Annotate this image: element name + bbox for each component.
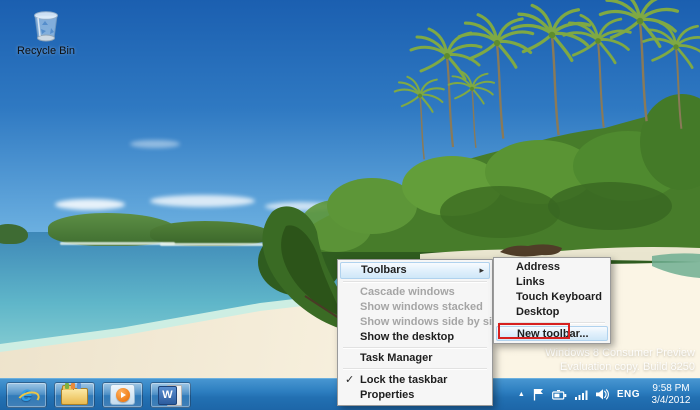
red-annotation-box [498,323,570,339]
desktop[interactable]: Recycle Bin Windows 8 Consumer Preview E… [0,0,700,410]
word-letter: W [158,385,177,405]
wallpaper-sky [0,0,700,240]
word-button[interactable]: W [150,381,191,408]
language-indicator[interactable]: ENG [617,389,640,400]
distant-island [0,224,28,244]
media-player-button[interactable] [102,381,143,408]
clock-time: 9:58 PM [652,383,690,394]
menu-separator [343,347,487,349]
checkmark-icon: ✓ [345,374,355,386]
distant-island-beach [160,243,265,246]
watermark-line1: Windows 8 Consumer Preview [545,347,695,359]
speaker-volume-icon[interactable] [595,389,609,400]
taskbar-clock[interactable]: 9:58 PM 3/4/2012 [648,383,694,406]
battery-power-icon[interactable] [551,389,567,400]
menu-separator [343,368,487,370]
distant-shoreline [170,236,490,244]
watermark-line2: Evaluation copy. Build 8250 [560,361,695,373]
recycle-bin-label: Recycle Bin [16,45,76,57]
menu-item-properties[interactable]: Properties [340,388,490,403]
ie-swoosh-icon [15,388,42,409]
play-icon [120,391,126,398]
cloud [130,140,180,148]
menu-item-show-windows-stacked: Show windows stacked [360,301,483,313]
menu-item-show-the-desktop[interactable]: Show the desktop [340,330,490,345]
submenu-arrow-icon: ▸ [479,265,484,275]
toolbars-submenu: Address Links Touch Keyboard Desktop New… [493,257,611,344]
menu-separator [343,281,487,283]
submenu-item-desktop[interactable]: Desktop [496,305,608,320]
network-signal-icon[interactable] [574,390,588,400]
distant-island [48,213,178,246]
system-tray: ▲ ENG 9:58 PM 3/4/2012 [518,383,694,406]
menu-item-cascade-windows: Cascade windows [360,286,455,298]
clock-date: 3/4/2012 [651,394,691,406]
file-explorer-button[interactable] [54,381,95,408]
file-explorer-icon [61,383,88,405]
distant-island [150,221,272,246]
cloud [150,195,255,207]
evaluation-watermark: Windows 8 Consumer Preview Evaluation co… [545,346,695,374]
action-center-flag-icon[interactable] [533,388,544,401]
submenu-item-links[interactable]: Links [496,275,608,290]
recycle-bin[interactable]: Recycle Bin [14,8,78,57]
media-player-icon [110,384,135,405]
menu-item-lock-the-taskbar[interactable]: ✓ Lock the taskbar [340,372,490,388]
internet-explorer-button[interactable]: e [6,381,47,409]
submenu-item-touch-keyboard[interactable]: Touch Keyboard [496,290,608,305]
menu-item-task-manager[interactable]: Task Manager [340,351,490,366]
tray-expand-icon[interactable]: ▲ [518,390,525,399]
menu-item-show-windows-side-by-side: Show windows side by side [360,316,505,328]
distant-island-beach [60,242,175,245]
word-icon: W [158,384,183,406]
cloud [55,199,125,210]
menu-item-toolbars[interactable]: Toolbars ▸ [340,262,490,279]
submenu-item-address[interactable]: Address [496,260,608,275]
cloud [265,202,335,211]
recycle-bin-icon [34,11,58,42]
taskbar-context-menu: Toolbars ▸ Cascade windows Show windows … [337,259,505,406]
taskbar-pinned-apps: e W [6,381,191,409]
